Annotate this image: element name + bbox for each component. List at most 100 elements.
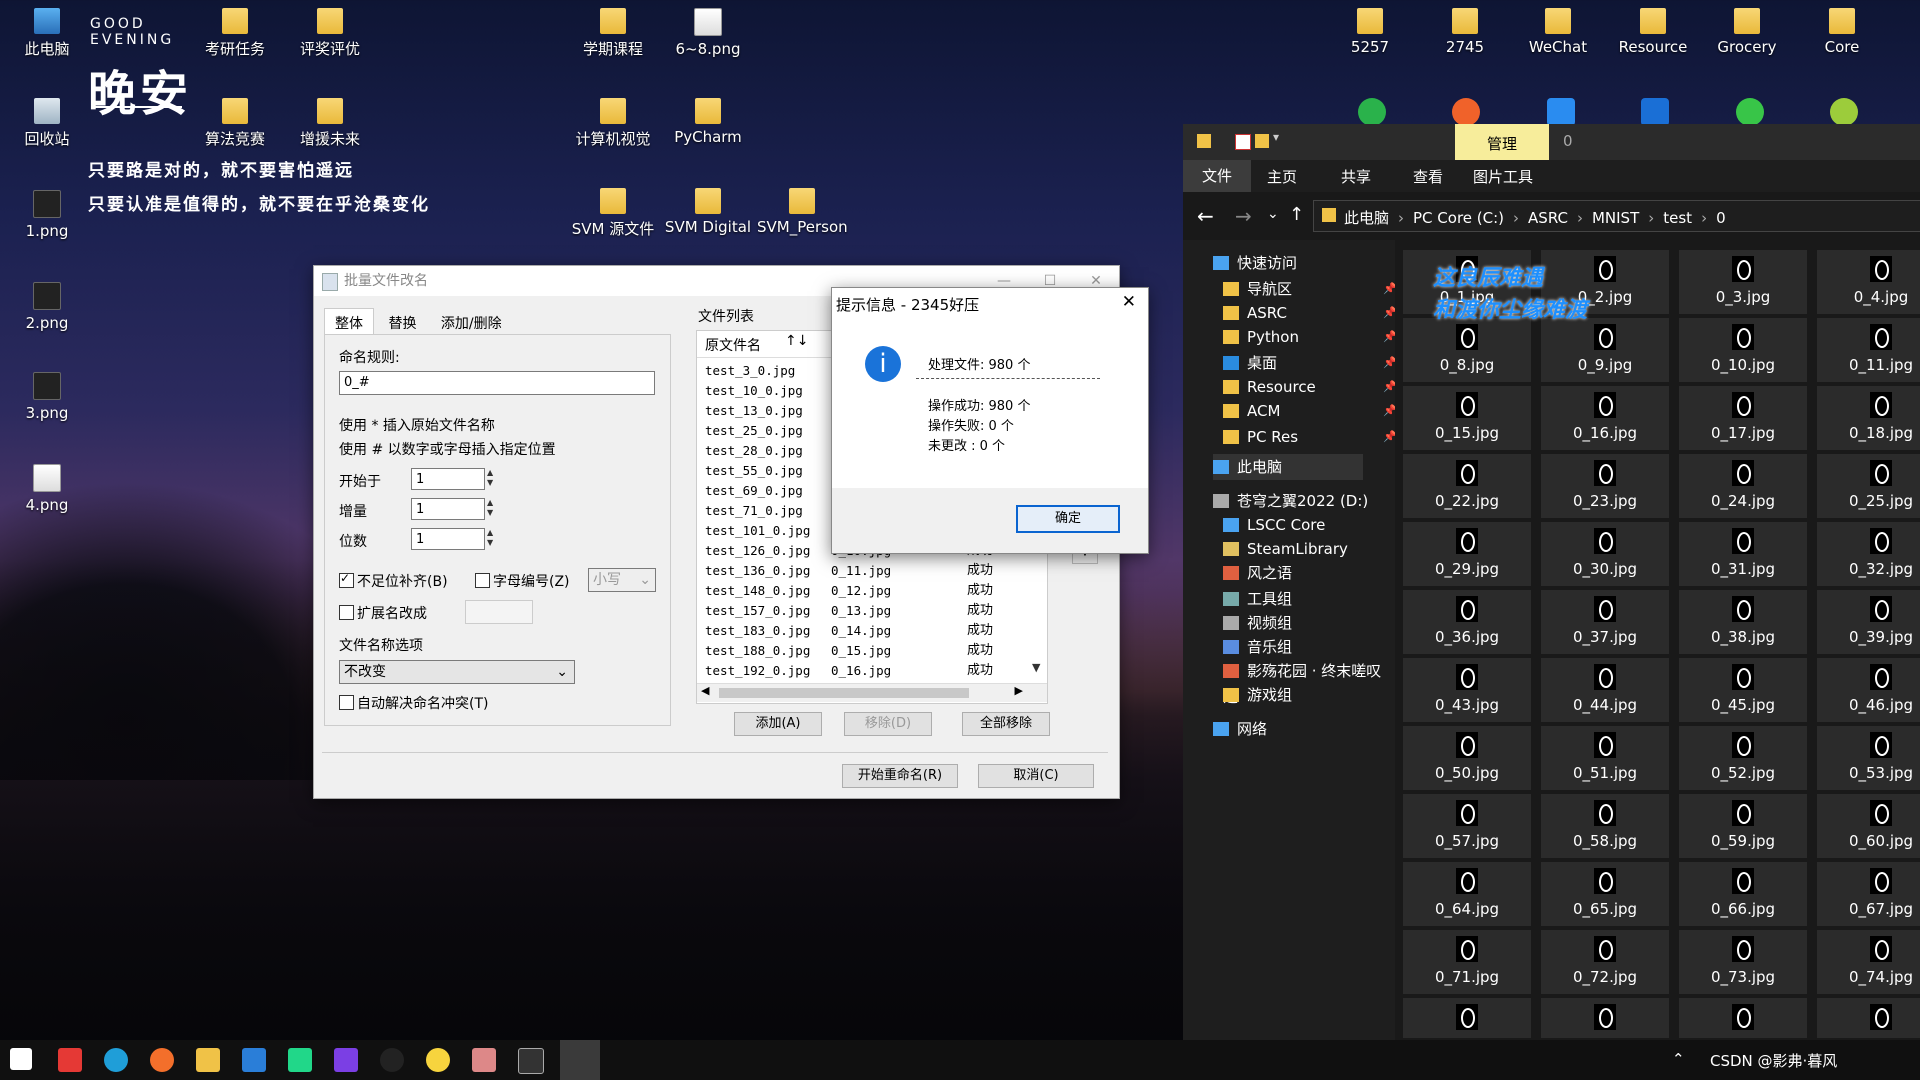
- file-thumbnail[interactable]: 0_9.jpg: [1541, 318, 1669, 382]
- file-thumbnail[interactable]: 0_8.jpg: [1403, 318, 1531, 382]
- desktop-icon-grocery[interactable]: Grocery: [1702, 8, 1792, 56]
- increment-input[interactable]: 1: [411, 498, 485, 520]
- qq-icon[interactable]: [380, 1048, 404, 1072]
- file-thumbnail[interactable]: 0_60.jpg: [1817, 794, 1920, 858]
- file-explorer-icon[interactable]: [196, 1048, 220, 1072]
- file-thumbnail[interactable]: 0_16.jpg: [1541, 386, 1669, 450]
- breadcrumb-item[interactable]: 0: [1716, 209, 1726, 227]
- browser-icon[interactable]: [104, 1048, 128, 1072]
- nav-item[interactable]: 导航区: [1223, 276, 1292, 302]
- nav-item[interactable]: Resource: [1223, 374, 1316, 400]
- file-thumbnail[interactable]: 0_52.jpg: [1679, 726, 1807, 790]
- file-thumbnail[interactable]: 0_29.jpg: [1403, 522, 1531, 586]
- nav-item[interactable]: 视频组: [1223, 610, 1292, 636]
- app-shortcut-icon[interactable]: [1830, 98, 1858, 126]
- add-button[interactable]: 添加(A): [734, 712, 822, 736]
- file-thumbnail[interactable]: 0_43.jpg: [1403, 658, 1531, 722]
- desktop-icon-kaoyan[interactable]: 考研任务: [190, 8, 280, 59]
- file-thumbnail[interactable]: 0_39.jpg: [1817, 590, 1920, 654]
- desktop-icon-3png[interactable]: 3.png: [2, 372, 92, 422]
- nav-item[interactable]: 此电脑: [1213, 454, 1363, 480]
- desktop-icon-1png[interactable]: 1.png: [2, 190, 92, 240]
- rename-tool-taskbar-icon[interactable]: [560, 1040, 600, 1080]
- remove-button[interactable]: 移除(D): [844, 712, 932, 736]
- ext-input[interactable]: [465, 600, 533, 624]
- file-thumbnail[interactable]: 0_10.jpg: [1679, 318, 1807, 382]
- file-thumbnail[interactable]: 0_71.jpg: [1403, 930, 1531, 994]
- file-thumbnail[interactable]: 0_31.jpg: [1679, 522, 1807, 586]
- file-thumbnail[interactable]: [1679, 998, 1807, 1038]
- desktop-icon-wechat[interactable]: WeChat: [1513, 8, 1603, 56]
- file-thumbnail[interactable]: 0_73.jpg: [1679, 930, 1807, 994]
- file-thumbnail[interactable]: 0_4.jpg: [1817, 250, 1920, 314]
- forward-icon[interactable]: →: [1235, 204, 1252, 228]
- file-thumbnail[interactable]: 0_36.jpg: [1403, 590, 1531, 654]
- desktop-icon-cv[interactable]: 计算机视觉: [568, 98, 658, 149]
- file-thumbnail[interactable]: 0_46.jpg: [1817, 658, 1920, 722]
- horizontal-scrollbar[interactable]: ◀ ▶: [697, 683, 1047, 702]
- file-thumbnail[interactable]: 0_64.jpg: [1403, 862, 1531, 926]
- close-icon[interactable]: ✕: [1122, 292, 1136, 312]
- file-thumbnail[interactable]: 0_59.jpg: [1679, 794, 1807, 858]
- up-icon[interactable]: ↑: [1289, 204, 1304, 225]
- nav-item[interactable]: 网络: [1213, 716, 1267, 742]
- file-thumbnail[interactable]: 0_37.jpg: [1541, 590, 1669, 654]
- nav-item[interactable]: 苍穹之翼2022 (D:): [1213, 488, 1368, 514]
- file-thumbnail[interactable]: 0_74.jpg: [1817, 930, 1920, 994]
- nav-item[interactable]: 游戏组: [1223, 682, 1292, 708]
- nav-item[interactable]: SteamLibrary: [1223, 536, 1348, 562]
- nav-item[interactable]: 桌面: [1223, 350, 1277, 376]
- firefox-icon[interactable]: [1452, 98, 1480, 126]
- file-thumbnail[interactable]: 0_23.jpg: [1541, 454, 1669, 518]
- file-thumbnail[interactable]: 0_57.jpg: [1403, 794, 1531, 858]
- address-bar[interactable]: 此电脑 › PC Core (C:) › ASRC › MNIST › test › 0: [1313, 200, 1920, 232]
- file-thumbnail[interactable]: 0_51.jpg: [1541, 726, 1669, 790]
- app-icon[interactable]: [472, 1048, 496, 1072]
- desktop-icon-zengyuan[interactable]: 增援未来: [285, 98, 375, 149]
- file-thumbnail[interactable]: 0_15.jpg: [1403, 386, 1531, 450]
- desktop-icon-resource[interactable]: Resource: [1608, 8, 1698, 56]
- file-thumbnail[interactable]: 0_67.jpg: [1817, 862, 1920, 926]
- name-option-select[interactable]: 不改变 ⌄: [339, 660, 575, 684]
- case-select[interactable]: 小写 ⌄: [588, 568, 656, 592]
- scroll-thumb[interactable]: [719, 688, 969, 698]
- breadcrumb-item[interactable]: MNIST: [1592, 209, 1639, 227]
- breadcrumb-item[interactable]: test: [1663, 209, 1692, 227]
- file-thumbnail[interactable]: 0_30.jpg: [1541, 522, 1669, 586]
- start-rename-button[interactable]: 开始重命名(R): [842, 764, 958, 788]
- app-icon[interactable]: [426, 1048, 450, 1072]
- nav-item[interactable]: 音乐组: [1223, 634, 1292, 660]
- tab-view[interactable]: 查看: [1413, 166, 1443, 187]
- breadcrumb[interactable]: 此电脑 › PC Core (C:) › ASRC › MNIST › test › 0: [1344, 207, 1726, 228]
- firefox-icon[interactable]: [150, 1048, 174, 1072]
- recent-chevron-icon[interactable]: ⌄: [1267, 206, 1279, 222]
- file-thumbnail[interactable]: [1817, 998, 1920, 1038]
- digits-input[interactable]: 1: [411, 528, 485, 550]
- file-thumbnail[interactable]: 0_38.jpg: [1679, 590, 1807, 654]
- desktop-icon-2745[interactable]: 2745: [1420, 8, 1510, 56]
- scroll-down-icon[interactable]: ▼: [1032, 661, 1040, 674]
- start-spinner[interactable]: ▲ ▼: [487, 468, 497, 488]
- sort-arrows-icon[interactable]: ↑↓: [785, 333, 808, 349]
- nav-item[interactable]: Python: [1223, 324, 1299, 350]
- ok-button[interactable]: 确定: [1016, 505, 1120, 533]
- tab-share[interactable]: 共享: [1341, 166, 1371, 187]
- app-shortcut-icon[interactable]: [1358, 98, 1386, 126]
- tab-picture-tools[interactable]: 图片工具: [1473, 166, 1533, 187]
- file-thumbnail[interactable]: 0_50.jpg: [1403, 726, 1531, 790]
- desktop-icon-pingjiang[interactable]: 评奖评优: [285, 8, 375, 59]
- file-thumbnail[interactable]: 0_3.jpg: [1679, 250, 1807, 314]
- desktop-icon-4png[interactable]: 4.png: [2, 464, 92, 514]
- desktop-icon-svm-digital[interactable]: SVM Digital: [663, 188, 753, 236]
- vscode-icon[interactable]: [242, 1048, 266, 1072]
- properties-icon[interactable]: [1235, 134, 1251, 150]
- tab-replace[interactable]: 替换: [378, 309, 426, 337]
- xmind-icon[interactable]: [58, 1048, 82, 1072]
- desktop-icon-2png[interactable]: 2.png: [2, 282, 92, 332]
- auto-resolve-checkbox[interactable]: 自动解决命名冲突(T): [339, 693, 488, 713]
- nav-item[interactable]: LSCC Core: [1223, 512, 1325, 538]
- jetbrains-icon[interactable]: [334, 1048, 358, 1072]
- desktop-icon-svm-person[interactable]: SVM_Person: [757, 188, 848, 236]
- digits-spinner[interactable]: ▲ ▼: [487, 528, 497, 548]
- file-thumbnail[interactable]: [1403, 998, 1531, 1038]
